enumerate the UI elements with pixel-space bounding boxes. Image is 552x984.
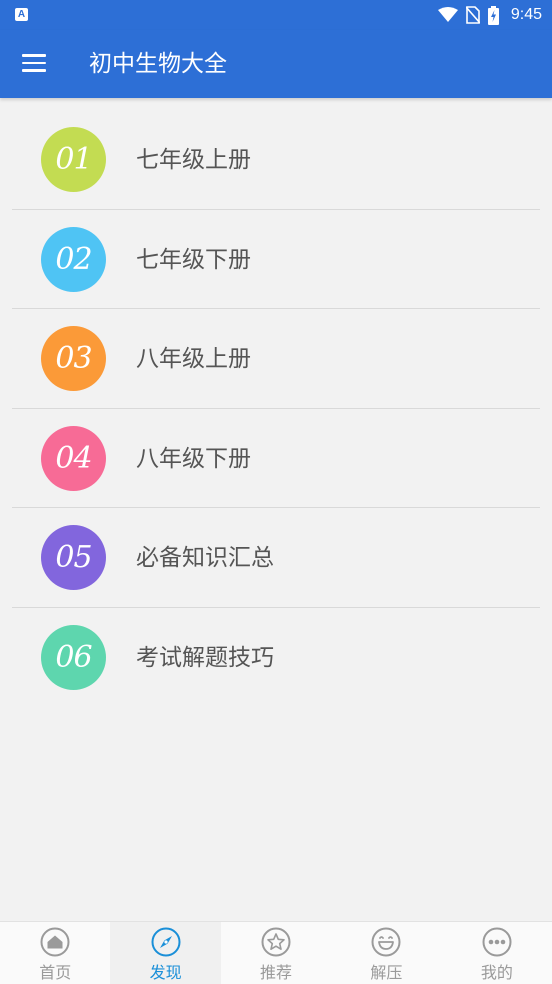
number-badge: 03 (41, 326, 106, 391)
nav-label: 发现 (149, 963, 182, 982)
nav-tab-relax[interactable]: 解压 (331, 922, 441, 984)
nav-tab-discover[interactable]: 发现 (110, 922, 221, 984)
number-badge: 04 (41, 425, 106, 491)
list-item[interactable]: 06 考试解题技巧 (0, 608, 552, 708)
laugh-icon (371, 927, 401, 957)
volume-list: 01 七年级上册 02 七年级下册 03 八年级上册 04 八年级下册 05 必… (0, 110, 552, 707)
list-item[interactable]: 05 必备知识汇总 (0, 508, 552, 608)
number-badge: 02 (41, 226, 106, 292)
number-badge: 06 (41, 624, 106, 690)
list-item-label: 八年级上册 (136, 346, 251, 372)
status-time: 9:45 (510, 6, 542, 23)
list-item[interactable]: 02 七年级下册 (0, 210, 552, 309)
nav-label: 解压 (370, 963, 403, 982)
compass-icon (151, 927, 181, 957)
nav-tab-mine[interactable]: 我的 (442, 922, 552, 984)
more-dots-icon (482, 927, 512, 957)
wifi-icon (437, 7, 458, 22)
no-sim-icon (465, 6, 480, 24)
number-badge: 05 (41, 525, 106, 590)
nav-label: 推荐 (260, 963, 293, 982)
app-title: 初中生物大全 (89, 51, 227, 77)
list-item[interactable]: 04 八年级下册 (0, 409, 552, 508)
list-item-label: 七年级上册 (136, 147, 251, 173)
home-icon (40, 927, 70, 957)
bottom-navigation: 首页 发现 推荐 解压 我的 (0, 921, 552, 984)
nav-label: 我的 (480, 963, 513, 982)
list-item[interactable]: 01 七年级上册 (0, 110, 552, 210)
battery-charging-icon (487, 5, 499, 25)
app-bar: 初中生物大全 (0, 30, 552, 98)
list-item-label: 必备知识汇总 (136, 545, 274, 571)
nav-tab-recommend[interactable]: 推荐 (221, 922, 331, 984)
menu-icon[interactable] (22, 54, 46, 72)
status-bar: A 9:45 (0, 0, 552, 30)
list-item-label: 七年级下册 (136, 246, 251, 273)
list-item-label: 考试解题技巧 (136, 644, 274, 671)
notification-app-icon: A (15, 8, 28, 21)
list-item[interactable]: 03 八年级上册 (0, 309, 552, 409)
nav-label: 首页 (39, 963, 72, 982)
number-badge: 01 (41, 127, 106, 192)
list-item-label: 八年级下册 (136, 445, 251, 472)
star-icon (261, 927, 291, 957)
nav-tab-home[interactable]: 首页 (0, 922, 110, 984)
